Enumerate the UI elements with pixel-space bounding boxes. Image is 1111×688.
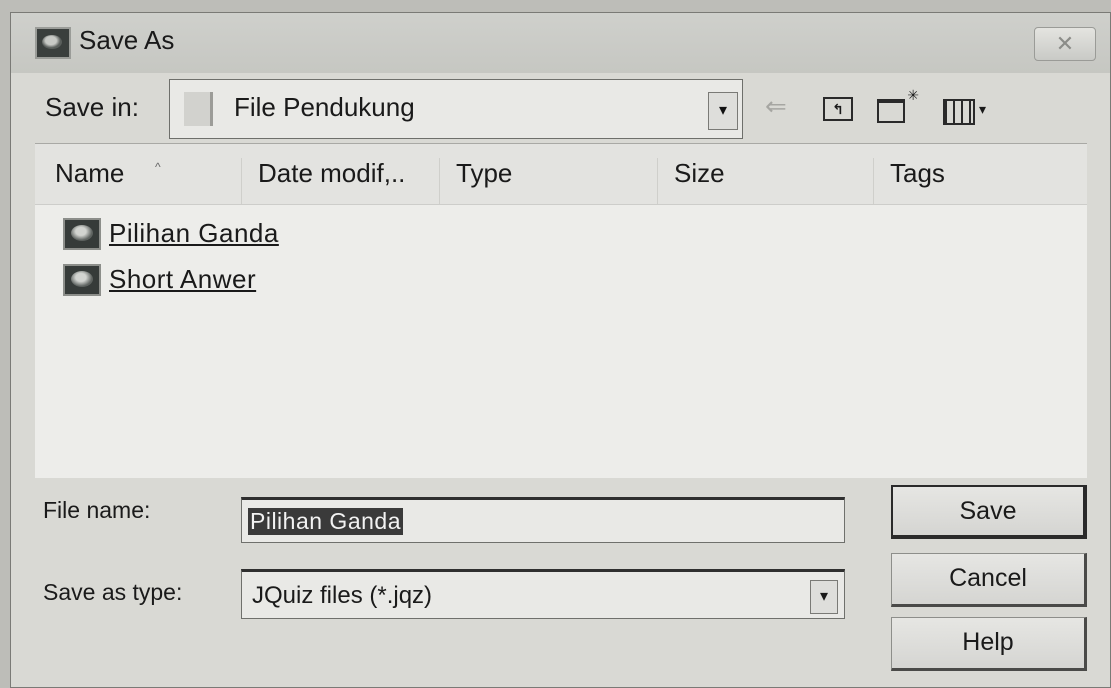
close-icon: ✕ [1055, 31, 1075, 56]
save-in-label: Save in: [45, 92, 139, 122]
list-item-label[interactable]: Pilihan Ganda [109, 218, 279, 249]
view-menu-icon[interactable] [943, 99, 975, 125]
sort-ascending-icon: ^ [155, 160, 161, 174]
cancel-button[interactable]: Cancel [891, 553, 1087, 607]
save-as-type-dropdown[interactable]: JQuiz files (*.jqz) ▾ [241, 569, 845, 619]
title-bar: Save As ✕ [11, 13, 1110, 73]
column-header-row: Name ^ Date modif,.. Type Size Tags [35, 144, 1087, 205]
folder-icon [184, 92, 213, 126]
column-header-type[interactable]: Type [439, 158, 669, 204]
chevron-down-icon[interactable]: ▾ [810, 580, 838, 614]
file-name-label: File name: [43, 497, 151, 523]
chevron-down-icon[interactable]: ▾ [708, 92, 738, 130]
column-header-date-modified[interactable]: Date modif,.. [241, 158, 439, 204]
jquiz-file-icon [63, 218, 101, 250]
list-item-label[interactable]: Short Anwer [109, 264, 256, 295]
up-folder-icon[interactable]: ↰ [823, 97, 853, 121]
save-in-dropdown[interactable]: File Pendukung ▾ [169, 79, 743, 139]
column-header-name[interactable]: Name ^ [55, 158, 255, 204]
save-as-type-value: JQuiz files (*.jqz) [252, 582, 433, 609]
file-list[interactable]: Name ^ Date modif,.. Type Size Tags Pili… [35, 143, 1087, 478]
help-button[interactable]: Help [891, 617, 1087, 671]
save-as-dialog: Save As ✕ Save in: File Pendukung ▾ ⇐ ↰ … [10, 12, 1111, 688]
save-in-value: File Pendukung [234, 92, 415, 122]
save-button[interactable]: Save [891, 485, 1087, 539]
column-header-tags[interactable]: Tags [873, 158, 1087, 204]
save-as-type-label: Save as type: [43, 579, 183, 605]
close-button[interactable]: ✕ [1034, 27, 1096, 61]
back-arrow-icon[interactable]: ⇐ [765, 93, 787, 119]
file-name-value: Pilihan Ganda [248, 508, 403, 535]
file-name-input[interactable]: Pilihan Ganda [241, 497, 845, 543]
new-folder-icon[interactable] [877, 87, 919, 123]
column-header-size[interactable]: Size [657, 158, 873, 204]
view-menu-chevron-icon[interactable]: ▾ [979, 101, 986, 118]
dialog-title: Save As [79, 25, 175, 55]
jquiz-file-icon [63, 264, 101, 296]
app-icon [35, 27, 71, 59]
